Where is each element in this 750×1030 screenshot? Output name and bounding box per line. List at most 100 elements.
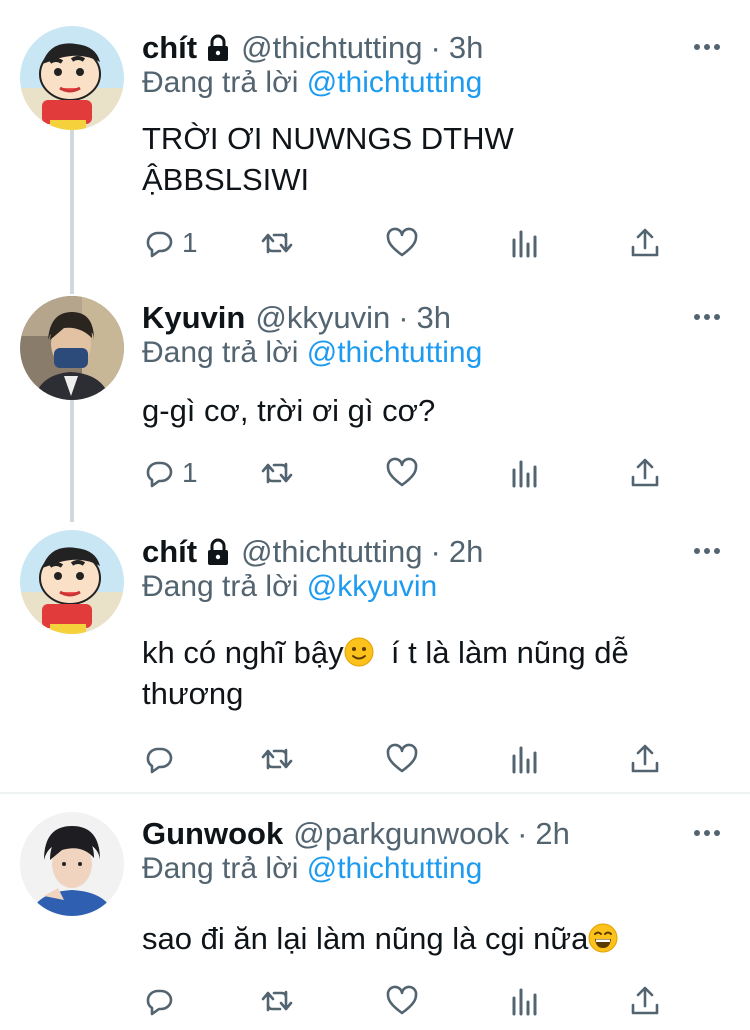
more-options-icon[interactable] bbox=[694, 304, 720, 330]
slightly-smiling-face-icon bbox=[344, 637, 374, 667]
tweet-text-line: sao đi ăn lại làm nũng là cgi nữa bbox=[142, 918, 722, 959]
reply-icon bbox=[142, 456, 176, 490]
separator-dot: · bbox=[398, 300, 409, 335]
reply-count: 1 bbox=[182, 457, 198, 488]
mention-link[interactable]: @thichtutting bbox=[307, 66, 483, 99]
retweet-icon bbox=[260, 984, 294, 1018]
tweet-header: chít @thichtutting · 2h bbox=[142, 530, 483, 574]
share-button[interactable] bbox=[628, 226, 662, 260]
replying-to: Đang trả lời @thichtutting bbox=[142, 336, 482, 370]
separator-dot: · bbox=[517, 816, 528, 851]
avatar[interactable] bbox=[20, 812, 124, 916]
timestamp[interactable]: 2h bbox=[449, 534, 483, 570]
reply-button[interactable]: 1 bbox=[142, 456, 198, 490]
avatar[interactable] bbox=[20, 296, 124, 400]
tweet-header: Kyuvin @kkyuvin · 3h bbox=[142, 296, 451, 340]
tweet[interactable]: Gunwook @parkgunwook · 2h Đang trả lời @… bbox=[0, 812, 750, 1030]
retweet-button[interactable] bbox=[260, 742, 294, 776]
tweet-text-line: g-gì cơ, trời ơi gì cơ? bbox=[142, 393, 436, 428]
reply-button[interactable] bbox=[142, 742, 182, 776]
analytics-button[interactable] bbox=[508, 742, 542, 776]
analytics-button[interactable] bbox=[508, 226, 542, 260]
heart-icon bbox=[385, 984, 419, 1018]
display-name[interactable]: Gunwook bbox=[142, 816, 283, 852]
share-button[interactable] bbox=[628, 456, 662, 490]
heart-icon bbox=[385, 742, 419, 776]
analytics-icon bbox=[508, 226, 542, 260]
replying-to: Đang trả lời @kkyuvin bbox=[142, 570, 437, 604]
timestamp[interactable]: 3h bbox=[449, 30, 483, 66]
action-bar bbox=[142, 742, 662, 776]
replying-to: Đang trả lời @thichtutting bbox=[142, 66, 482, 100]
display-name[interactable]: chít bbox=[142, 534, 197, 570]
retweet-icon bbox=[260, 456, 294, 490]
analytics-icon bbox=[508, 742, 542, 776]
analytics-icon bbox=[508, 456, 542, 490]
like-button[interactable] bbox=[385, 456, 419, 490]
mention-link[interactable]: @kkyuvin bbox=[307, 570, 438, 603]
tweet-text: sao đi ăn lại làm nũng là cgi nữa bbox=[142, 918, 722, 959]
like-button[interactable] bbox=[385, 742, 419, 776]
tweet-text-part: í t là làm nũng dễ bbox=[373, 635, 629, 670]
separator-dot: · bbox=[430, 534, 441, 569]
replying-to-label: Đang trả lời bbox=[142, 336, 299, 369]
analytics-button[interactable] bbox=[508, 984, 542, 1018]
tweet-header: Gunwook @parkgunwook · 2h bbox=[142, 812, 570, 856]
retweet-button[interactable] bbox=[260, 226, 294, 260]
reply-button[interactable] bbox=[142, 984, 182, 1018]
username-handle[interactable]: @thichtutting bbox=[241, 30, 422, 66]
like-button[interactable] bbox=[385, 226, 419, 260]
username-handle[interactable]: @parkgunwook bbox=[293, 816, 509, 852]
reply-icon bbox=[142, 984, 176, 1018]
more-options-icon[interactable] bbox=[694, 34, 720, 60]
heart-icon bbox=[385, 226, 419, 260]
more-options-icon[interactable] bbox=[694, 538, 720, 564]
avatar[interactable] bbox=[20, 530, 124, 634]
share-icon bbox=[628, 984, 662, 1018]
retweet-icon bbox=[260, 742, 294, 776]
username-handle[interactable]: @thichtutting bbox=[241, 534, 422, 570]
divider bbox=[0, 792, 750, 794]
display-name[interactable]: Kyuvin bbox=[142, 300, 245, 336]
share-icon bbox=[628, 226, 662, 260]
replying-to: Đang trả lời @thichtutting bbox=[142, 852, 482, 886]
username-handle[interactable]: @kkyuvin bbox=[255, 300, 390, 336]
analytics-icon bbox=[508, 984, 542, 1018]
tweet-text-part: sao đi ăn lại làm nũng là cgi nữa bbox=[142, 921, 589, 956]
timestamp[interactable]: 3h bbox=[417, 300, 451, 336]
heart-icon bbox=[385, 456, 419, 490]
retweet-button[interactable] bbox=[260, 984, 294, 1018]
tweet-text: kh có nghĩ bậy í t là làm nũng dễ thương bbox=[142, 632, 742, 714]
share-icon bbox=[628, 456, 662, 490]
reply-icon bbox=[142, 742, 176, 776]
tweet-text-line: TRỜI ƠI NUWNGS DTHW bbox=[142, 121, 514, 156]
more-options-icon[interactable] bbox=[694, 820, 720, 846]
tweet-text-line: thương bbox=[142, 676, 244, 711]
mention-link[interactable]: @thichtutting bbox=[307, 336, 483, 369]
action-bar bbox=[142, 984, 662, 1018]
mention-link[interactable]: @thichtutting bbox=[307, 852, 483, 885]
display-name[interactable]: chít bbox=[142, 30, 197, 66]
like-button[interactable] bbox=[385, 984, 419, 1018]
retweet-button[interactable] bbox=[260, 456, 294, 490]
analytics-button[interactable] bbox=[508, 456, 542, 490]
tweet-text: g-gì cơ, trời ơi gì cơ? bbox=[142, 390, 722, 431]
replying-to-label: Đang trả lời bbox=[142, 66, 299, 99]
share-button[interactable] bbox=[628, 984, 662, 1018]
tweet-text-line: kh có nghĩ bậy í t là làm nũng dễ bbox=[142, 632, 742, 673]
reply-icon bbox=[142, 226, 176, 260]
action-bar: 1 bbox=[142, 456, 662, 490]
replying-to-label: Đang trả lời bbox=[142, 570, 299, 603]
reply-button[interactable]: 1 bbox=[142, 226, 198, 260]
reply-count: 1 bbox=[182, 227, 198, 258]
avatar[interactable] bbox=[20, 26, 124, 130]
share-button[interactable] bbox=[628, 742, 662, 776]
retweet-icon bbox=[260, 226, 294, 260]
tweet[interactable]: Kyuvin @kkyuvin · 3h Đang trả lời @thich… bbox=[0, 296, 750, 506]
lock-icon bbox=[205, 537, 231, 567]
timestamp[interactable]: 2h bbox=[535, 816, 569, 852]
tweet[interactable]: chít @thichtutting · 2h Đang trả lời @kk… bbox=[0, 530, 750, 780]
grinning-face-icon bbox=[588, 923, 618, 953]
tweet-text-part: kh có nghĩ bậy bbox=[142, 635, 344, 670]
tweet[interactable]: chít @thichtutting · 3h Đang trả lời @th… bbox=[0, 26, 750, 286]
